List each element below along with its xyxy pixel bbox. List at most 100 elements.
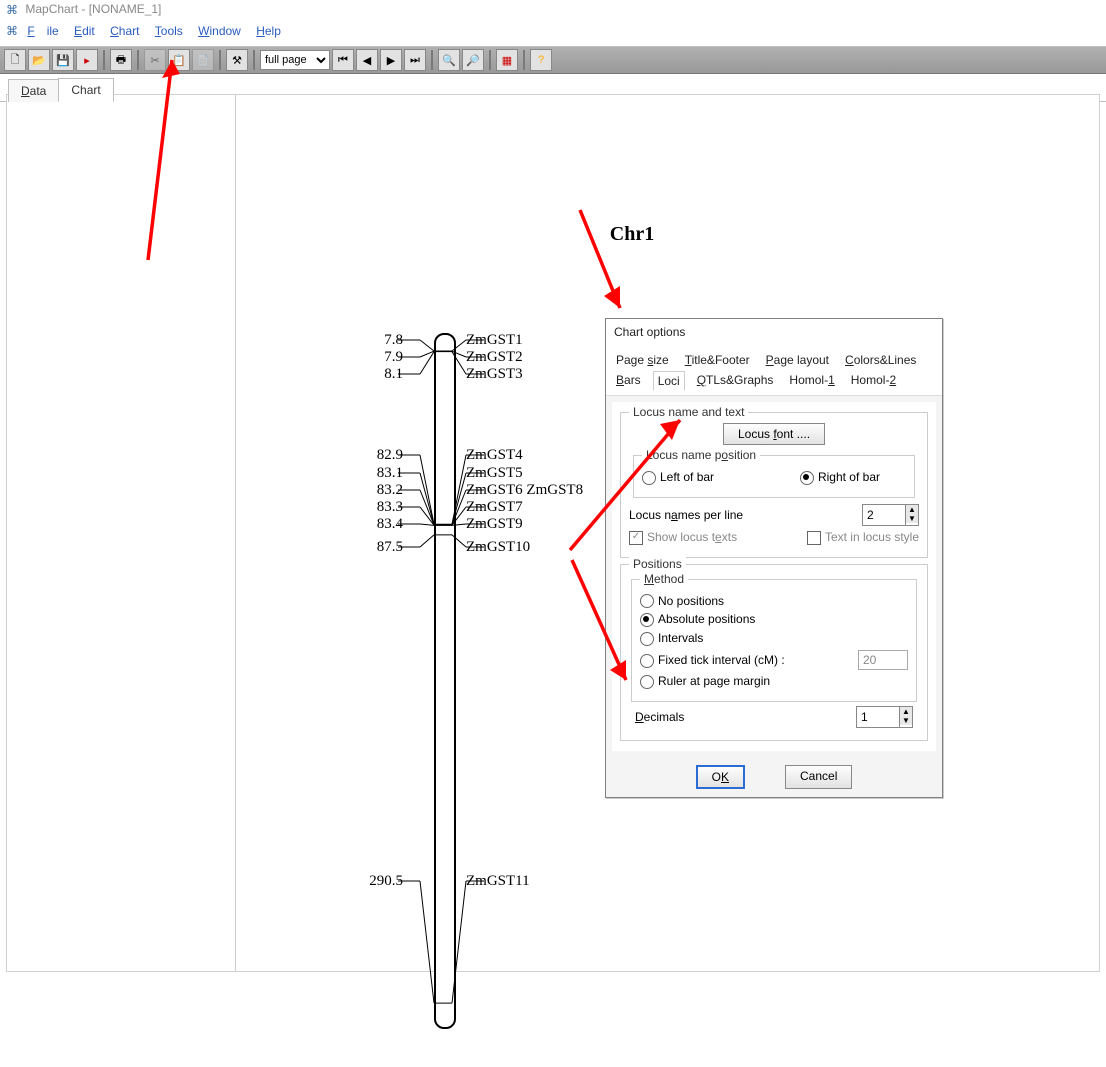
open-file-icon[interactable]: 📂 bbox=[28, 49, 50, 71]
menu-help[interactable]: Help bbox=[256, 24, 281, 38]
radio-intervals[interactable]: Intervals bbox=[640, 631, 703, 646]
cancel-button[interactable]: Cancel bbox=[785, 765, 852, 789]
zoom-out-icon[interactable]: 🔍 bbox=[438, 49, 460, 71]
chromosome-title: Chr1 bbox=[610, 223, 654, 246]
tab-bars[interactable]: Bars bbox=[612, 371, 645, 391]
separator bbox=[253, 50, 255, 70]
spin-up-icon[interactable]: ▲ bbox=[906, 505, 918, 514]
prev-page-icon[interactable]: ◀ bbox=[356, 49, 378, 71]
locus-name: ZmGST5 bbox=[466, 465, 523, 482]
locus-position: 290.5 bbox=[343, 873, 403, 890]
dialog-body: Locus name and text Locus font .... Locu… bbox=[612, 402, 936, 751]
separator bbox=[219, 50, 221, 70]
toolbar: 🗋 📂 💾 ▸ 🖶 ✂ 📋 📄 ⚒ full page ⏮ ◀ ▶ ⏭ 🔍 🔎 … bbox=[0, 46, 1106, 74]
locus-position: 8.1 bbox=[343, 366, 403, 383]
tab-chart[interactable]: Chart bbox=[58, 78, 113, 102]
zoom-select[interactable]: full page bbox=[260, 50, 330, 70]
locus-position: 83.4 bbox=[343, 516, 403, 533]
grid-icon[interactable]: ▦ bbox=[496, 49, 518, 71]
menu-window[interactable]: Window bbox=[198, 24, 241, 38]
radio-absolute-positions[interactable]: Absolute positions bbox=[640, 612, 755, 627]
decimals-label: Decimals bbox=[635, 710, 684, 724]
dialog-tabs-row2: Bars Loci QTLs&Graphs Homol-1 Homol-2 bbox=[606, 369, 942, 396]
locus-name: ZmGST10 bbox=[466, 539, 530, 556]
tab-colors-lines[interactable]: Colors&Lines bbox=[841, 351, 920, 369]
menu-edit[interactable]: Edit bbox=[74, 24, 95, 38]
copy-icon[interactable]: 📋 bbox=[168, 49, 190, 71]
separator bbox=[137, 50, 139, 70]
help-icon[interactable]: ? bbox=[530, 49, 552, 71]
ok-button[interactable]: OK bbox=[696, 765, 745, 789]
separator bbox=[103, 50, 105, 70]
locus-name: ZmGST4 bbox=[466, 447, 523, 464]
names-per-line-spinner[interactable]: ▲▼ bbox=[862, 504, 919, 526]
locus-name: ZmGST1 bbox=[466, 332, 523, 349]
window-titlebar: ⌘ MapChart - [NONAME_1] bbox=[0, 0, 1106, 22]
dialog-tabs-row1: Page size Title&Footer Page layout Color… bbox=[606, 345, 942, 369]
separator bbox=[489, 50, 491, 70]
settings-icon[interactable]: ⚒ bbox=[226, 49, 248, 71]
new-file-icon[interactable]: 🗋 bbox=[4, 49, 26, 71]
group-positions: Positions Method No positions Absolute p… bbox=[620, 564, 928, 741]
chart-options-dialog: Chart options Page size Title&Footer Pag… bbox=[605, 318, 943, 798]
radio-fixed-tick[interactable]: Fixed tick interval (cM) : bbox=[640, 653, 785, 668]
first-page-icon[interactable]: ⏮ bbox=[332, 49, 354, 71]
tab-homol1[interactable]: Homol-1 bbox=[785, 371, 838, 391]
names-per-line-input[interactable] bbox=[863, 505, 905, 525]
radio-no-positions[interactable]: No positions bbox=[640, 594, 724, 609]
chromosome-bar bbox=[434, 333, 456, 1029]
ruler-area bbox=[7, 95, 235, 971]
last-page-icon[interactable]: ⏭ bbox=[404, 49, 426, 71]
tab-homol2[interactable]: Homol-2 bbox=[847, 371, 900, 391]
check-show-locus-texts: Show locus texts bbox=[629, 530, 737, 545]
check-text-in-locus-style: Text in locus style bbox=[807, 530, 919, 545]
locus-position: 83.2 bbox=[343, 482, 403, 499]
locus-font-button[interactable]: Locus font .... bbox=[723, 423, 825, 445]
print-icon[interactable]: 🖶 bbox=[110, 49, 132, 71]
window-title: MapChart - [NONAME_1] bbox=[25, 2, 161, 16]
group-locus-name-position: Locus name position Left of bar Right of… bbox=[633, 455, 915, 498]
menu-bar: ⌘ File Edit Chart Tools Window Help bbox=[0, 22, 1106, 46]
fixed-tick-value bbox=[858, 650, 908, 670]
group-legend: Method bbox=[640, 572, 688, 586]
tab-qtls[interactable]: QTLs&Graphs bbox=[693, 371, 778, 391]
tab-page-size[interactable]: Page size bbox=[612, 351, 673, 369]
spin-down-icon[interactable]: ▼ bbox=[906, 514, 918, 523]
save-file-icon[interactable]: 💾 bbox=[52, 49, 74, 71]
locus-position: 83.3 bbox=[343, 499, 403, 516]
tab-title-footer[interactable]: Title&Footer bbox=[681, 351, 754, 369]
radio-right-of-bar[interactable]: Right of bar bbox=[800, 470, 880, 485]
paste-icon[interactable]: 📄 bbox=[192, 49, 214, 71]
export-icon[interactable]: ▸ bbox=[76, 49, 98, 71]
decimals-spinner[interactable]: ▲▼ bbox=[856, 706, 913, 728]
zoom-in-icon[interactable]: 🔎 bbox=[462, 49, 484, 71]
locus-name: ZmGST2 bbox=[466, 349, 523, 366]
tab-loci[interactable]: Loci bbox=[653, 371, 685, 391]
dialog-title: Chart options bbox=[606, 319, 942, 345]
menu-tools[interactable]: Tools bbox=[155, 24, 183, 38]
locus-name: ZmGST3 bbox=[466, 366, 523, 383]
locus-name: ZmGST11 bbox=[466, 873, 530, 890]
group-locus-name-text: Locus name and text Locus font .... Locu… bbox=[620, 412, 928, 558]
radio-ruler-at-margin[interactable]: Ruler at page margin bbox=[640, 674, 770, 689]
locus-position: 7.8 bbox=[343, 332, 403, 349]
separator bbox=[431, 50, 433, 70]
group-method: Method No positions Absolute positions I… bbox=[631, 579, 917, 702]
decimals-input[interactable] bbox=[857, 707, 899, 727]
app-icon: ⌘ bbox=[6, 3, 18, 17]
tab-data[interactable]: Data bbox=[8, 79, 59, 102]
menu-file[interactable]: File bbox=[27, 24, 58, 38]
names-per-line-label: Locus names per line bbox=[629, 508, 743, 522]
next-page-icon[interactable]: ▶ bbox=[380, 49, 402, 71]
locus-name: ZmGST9 bbox=[466, 516, 523, 533]
tab-page-layout[interactable]: Page layout bbox=[762, 351, 833, 369]
group-legend: Positions bbox=[629, 557, 686, 571]
radio-left-of-bar[interactable]: Left of bar bbox=[642, 470, 714, 485]
group-legend: Locus name position bbox=[642, 448, 760, 462]
group-legend: Locus name and text bbox=[629, 405, 748, 419]
app-icon-small: ⌘ bbox=[6, 24, 18, 38]
spin-up-icon[interactable]: ▲ bbox=[900, 707, 912, 716]
cut-icon[interactable]: ✂ bbox=[144, 49, 166, 71]
spin-down-icon[interactable]: ▼ bbox=[900, 716, 912, 725]
menu-chart[interactable]: Chart bbox=[110, 24, 139, 38]
